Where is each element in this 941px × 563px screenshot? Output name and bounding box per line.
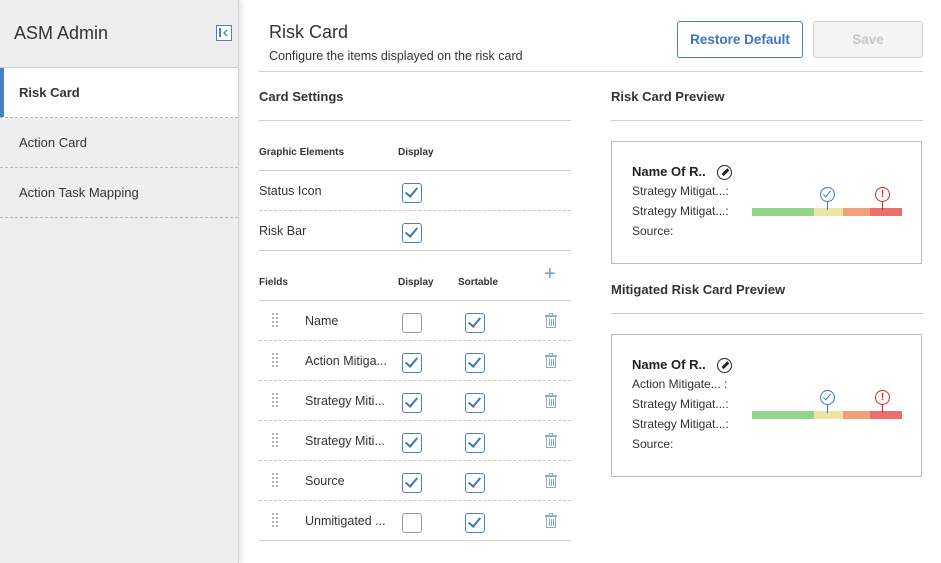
divider	[259, 420, 571, 421]
field-sortable-checkbox[interactable]	[465, 513, 485, 533]
sidebar-item-action-card[interactable]: Action Card	[0, 118, 238, 168]
divider	[259, 340, 571, 341]
field-sortable-checkbox[interactable]	[465, 433, 485, 453]
field-display-checkbox[interactable]	[402, 353, 422, 373]
divider	[259, 210, 571, 211]
preview-field-line: Strategy Mitigat...:	[632, 397, 729, 411]
save-button[interactable]: Save	[813, 21, 923, 58]
sidebar-item-label: Risk Card	[19, 85, 80, 100]
sidebar-item-risk-card[interactable]: Risk Card	[0, 68, 238, 118]
drag-handle-icon[interactable]	[272, 393, 280, 407]
risk-alert-icon: !	[875, 390, 890, 405]
divider	[259, 380, 571, 381]
pencil-icon	[717, 165, 732, 180]
field-display-checkbox[interactable]	[402, 473, 422, 493]
divider	[611, 313, 923, 314]
sidebar-item-action-task-mapping[interactable]: Action Task Mapping	[0, 168, 238, 218]
sidebar-item-label: Action Task Mapping	[19, 185, 139, 200]
drag-handle-icon[interactable]	[272, 313, 280, 327]
field-display-checkbox[interactable]	[402, 433, 422, 453]
field-sortable-checkbox[interactable]	[465, 473, 485, 493]
graphic-display-header: Display	[398, 147, 434, 158]
field-label: Action Mitiga...	[305, 354, 387, 368]
divider	[259, 170, 571, 171]
add-field-icon[interactable]: +	[544, 264, 556, 284]
drag-handle-icon[interactable]	[272, 353, 280, 367]
graphic-label-risk-bar: Risk Bar	[259, 224, 307, 238]
field-sortable-checkbox[interactable]	[465, 393, 485, 413]
risk-card-preview: Name Of R.. Strategy Mitigat...: Strateg…	[611, 141, 922, 264]
divider	[259, 540, 571, 541]
preview-field-line: Strategy Mitigat...:	[632, 417, 729, 431]
risk-marker-stem	[882, 405, 883, 413]
field-display-checkbox[interactable]	[402, 393, 422, 413]
field-label: Source	[305, 474, 345, 488]
graphic-elements-header: Graphic Elements	[259, 147, 345, 158]
collapse-sidebar-icon[interactable]	[216, 25, 232, 41]
risk-card-preview-title: Risk Card Preview	[611, 89, 725, 104]
mitigated-marker-stem	[827, 202, 828, 210]
trash-icon[interactable]	[545, 393, 557, 408]
divider	[259, 460, 571, 461]
card-settings-title: Card Settings	[259, 89, 344, 104]
graphic-label-status-icon: Status Icon	[259, 184, 322, 198]
trash-icon[interactable]	[545, 513, 557, 528]
page-title: Risk Card	[269, 22, 349, 42]
preview-name: Name Of R..	[632, 164, 706, 179]
field-label: Strategy Miti...	[305, 394, 385, 408]
mitigated-marker-stem	[827, 405, 828, 413]
field-label: Name	[305, 314, 339, 328]
risk-alert-icon: !	[875, 187, 890, 202]
preview-field-line: Action Mitigate... :	[632, 377, 728, 391]
divider	[259, 250, 571, 251]
trash-icon[interactable]	[545, 313, 557, 328]
mitigated-preview-title: Mitigated Risk Card Preview	[611, 282, 786, 297]
sidebar-item-label: Action Card	[19, 135, 87, 150]
field-label: Unmitigated ...	[305, 514, 386, 528]
field-sortable-checkbox[interactable]	[465, 313, 485, 333]
drag-handle-icon[interactable]	[272, 473, 280, 487]
preview-field-line: Strategy Mitigat...:	[632, 184, 729, 198]
page-subtitle: Configure the items displayed on the ris…	[269, 49, 523, 63]
main-content: Risk Card Configure the items displayed …	[239, 0, 941, 563]
divider	[259, 120, 571, 121]
preview-field-line: Strategy Mitigat...:	[632, 204, 729, 218]
mitigated-check-icon	[820, 187, 835, 202]
pencil-icon	[717, 358, 732, 373]
fields-sortable-header: Sortable	[458, 277, 499, 288]
app-title: ASM Admin	[14, 23, 109, 43]
restore-default-button[interactable]: Restore Default	[677, 21, 803, 58]
preview-field-line: Source:	[632, 224, 674, 238]
field-display-checkbox[interactable]	[402, 313, 422, 333]
fields-header: Fields	[259, 277, 288, 288]
fields-display-header: Display	[398, 277, 434, 288]
risk-bar-display-checkbox[interactable]	[402, 223, 422, 243]
sidebar-header: ASM Admin	[0, 0, 238, 68]
drag-handle-icon[interactable]	[272, 513, 280, 527]
divider	[259, 300, 571, 301]
trash-icon[interactable]	[545, 353, 557, 368]
sidebar: ASM Admin Risk Card Action Card Action T…	[0, 0, 239, 563]
mitigated-check-icon	[820, 390, 835, 405]
status-icon-display-checkbox[interactable]	[402, 183, 422, 203]
drag-handle-icon[interactable]	[272, 433, 280, 447]
risk-marker-stem	[882, 202, 883, 210]
divider	[611, 120, 923, 121]
field-sortable-checkbox[interactable]	[465, 353, 485, 373]
trash-icon[interactable]	[545, 473, 557, 488]
mitigated-risk-card-preview: Name Of R.. Action Mitigate... : Strateg…	[611, 334, 922, 477]
trash-icon[interactable]	[545, 433, 557, 448]
preview-name: Name Of R..	[632, 357, 706, 372]
divider	[259, 500, 571, 501]
divider	[259, 71, 923, 72]
field-label: Strategy Miti...	[305, 434, 385, 448]
field-display-checkbox[interactable]	[402, 513, 422, 533]
preview-field-line: Source:	[632, 437, 674, 451]
